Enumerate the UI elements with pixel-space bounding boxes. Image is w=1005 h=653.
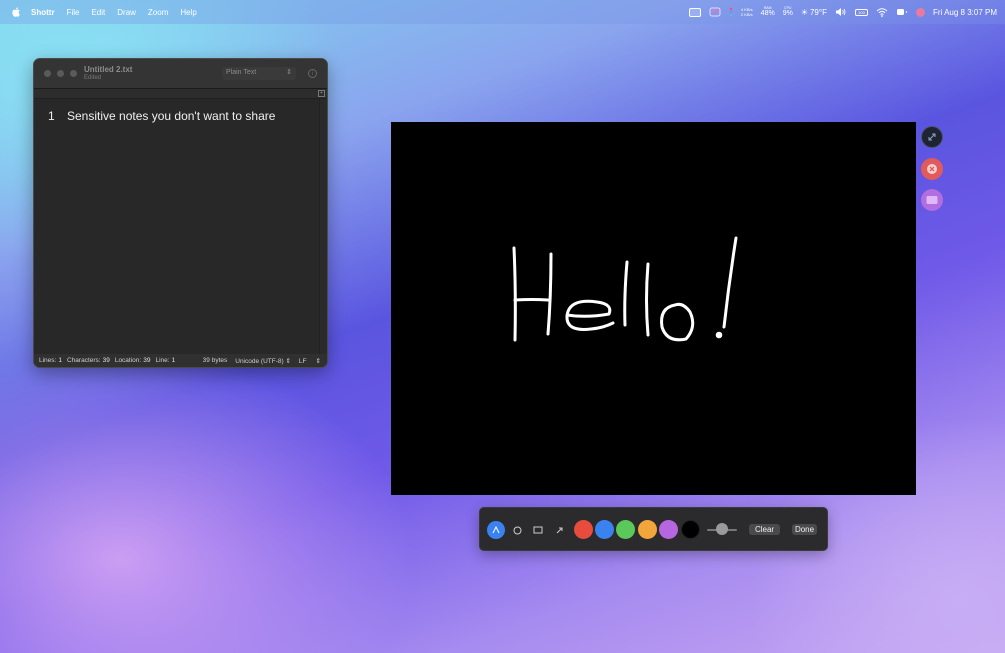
minimize-window-button[interactable] xyxy=(57,70,64,77)
color-swatch-purple[interactable] xyxy=(659,520,678,539)
status-lines: Lines: 1 xyxy=(39,357,62,364)
battery-icon[interactable]: 100 xyxy=(854,8,868,16)
ellipse-tool-button[interactable] xyxy=(508,521,526,539)
text-area[interactable]: 1 Sensitive notes you don't want to shar… xyxy=(34,99,327,355)
circle-icon xyxy=(513,526,521,534)
cpu-value: 9% xyxy=(782,10,793,17)
line-number: 1 xyxy=(48,109,55,123)
done-button[interactable]: Done xyxy=(792,524,817,535)
arrow-tool-button[interactable] xyxy=(550,521,568,539)
color-swatch-icon xyxy=(926,196,938,204)
rectangle-icon xyxy=(533,526,543,534)
weather-item[interactable]: ☀ 79°F xyxy=(801,8,827,17)
color-swatch-blue[interactable] xyxy=(595,520,614,539)
document-status: Edited xyxy=(84,75,102,81)
editor-statusbar: Lines: 1 Characters: 39 Location: 39 Line: 1… xyxy=(34,354,327,367)
apple-icon[interactable] xyxy=(11,7,21,17)
zoom-window-button[interactable] xyxy=(70,70,77,77)
expand-arrows-icon xyxy=(928,133,936,141)
document-title[interactable]: Untitled 2.txt xyxy=(84,65,132,74)
close-circle-icon xyxy=(927,164,937,174)
close-window-button[interactable] xyxy=(44,70,51,77)
status-line: Line: 1 xyxy=(155,357,176,364)
encoding-select[interactable]: Unicode (UTF-8) ⇕ xyxy=(235,357,291,365)
menu-zoom[interactable]: Zoom xyxy=(148,8,168,17)
color-swatch-black[interactable] xyxy=(681,520,700,539)
menubar-datetime[interactable]: Fri Aug 8 3:07 PM xyxy=(933,8,997,17)
handwritten-hello-drawing xyxy=(512,236,738,342)
drawing-canvas[interactable]: Hello! xyxy=(391,122,916,495)
keyboard-icon[interactable] xyxy=(688,7,701,17)
network-stats[interactable]: 4 KB/s 2 KB/s xyxy=(741,7,753,17)
ruler-toggle-icon[interactable]: + xyxy=(318,90,325,97)
line-ending-select[interactable]: LF ⇕ xyxy=(299,357,321,365)
color-swatch-green[interactable] xyxy=(616,520,635,539)
shottr-status-icon[interactable] xyxy=(709,7,721,17)
user-avatar[interactable] xyxy=(915,7,925,17)
menu-bar: Shottr File Edit Draw Zoom Help 4 KB/s 2… xyxy=(0,0,1005,24)
scrollbar[interactable] xyxy=(319,99,327,355)
status-location: Location: 39 xyxy=(114,357,151,364)
drawing-toolbar: Clear Done xyxy=(479,507,828,551)
ruler-bar: + xyxy=(34,89,327,99)
pen-tool-button[interactable] xyxy=(487,521,505,539)
ram-stat[interactable]: RAM 48% xyxy=(761,6,775,18)
color-swatch-orange[interactable] xyxy=(638,520,657,539)
format-select[interactable]: Plain Text ⇕ xyxy=(222,67,296,80)
menu-edit[interactable]: Edit xyxy=(91,8,105,17)
text-editor-window: Untitled 2.txt Edited Plain Text ⇕ i + 1… xyxy=(33,58,328,368)
updown-chevron-icon: ⇕ xyxy=(286,69,292,76)
pen-icon xyxy=(492,526,500,534)
expand-button[interactable] xyxy=(921,126,943,148)
editor-titlebar[interactable]: Untitled 2.txt Edited Plain Text ⇕ i xyxy=(34,59,327,89)
sun-icon: ☀ xyxy=(800,7,808,17)
control-center-icon[interactable] xyxy=(896,7,908,17)
format-select-value: Plain Text xyxy=(226,69,257,76)
cpu-stat[interactable]: CPU 9% xyxy=(783,6,793,18)
menu-help[interactable]: Help xyxy=(180,8,196,17)
status-bytes: 39 bytes xyxy=(202,357,228,364)
menu-file[interactable]: File xyxy=(67,8,80,17)
arrow-icon xyxy=(556,527,562,533)
discard-button[interactable] xyxy=(921,158,943,180)
menu-draw[interactable]: Draw xyxy=(117,8,136,17)
window-controls xyxy=(44,70,77,77)
status-characters: Characters: 39 xyxy=(66,357,110,364)
background-color-button[interactable] xyxy=(921,189,943,211)
info-icon[interactable]: i xyxy=(308,69,317,78)
rectangle-tool-button[interactable] xyxy=(529,521,547,539)
net-down: 2 KB/s xyxy=(740,12,753,17)
dots-indicator-icon[interactable] xyxy=(729,7,733,17)
color-swatch-red[interactable] xyxy=(574,520,593,539)
ram-value: 48% xyxy=(760,10,775,17)
clear-button[interactable]: Clear xyxy=(749,524,780,535)
stroke-width-slider-thumb[interactable] xyxy=(716,523,728,535)
menu-app-name[interactable]: Shottr xyxy=(31,8,55,17)
text-content[interactable]: Sensitive notes you don't want to share xyxy=(67,109,275,123)
volume-icon[interactable] xyxy=(835,7,847,17)
wifi-icon[interactable] xyxy=(876,7,888,17)
weather-temp: 79°F xyxy=(809,7,827,17)
